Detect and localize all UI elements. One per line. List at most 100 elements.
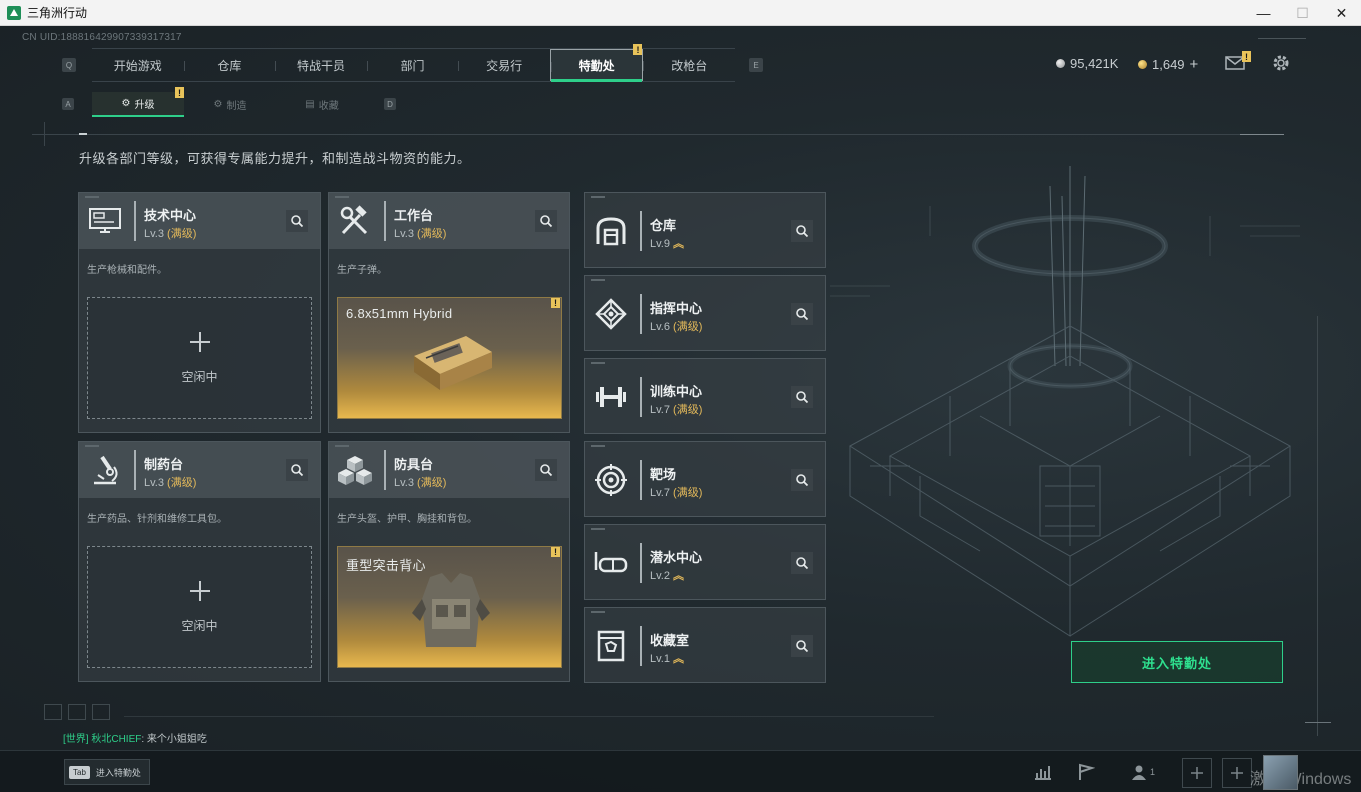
- frame-marker: [1305, 722, 1331, 723]
- gold-currency[interactable]: 1,649 +: [1138, 56, 1198, 73]
- tab-special-ops-label: 特勤处: [578, 59, 615, 73]
- app-logo-icon: [7, 5, 21, 20]
- dumbbell-icon: [593, 379, 629, 415]
- facility-card-collection-room[interactable]: 收藏室 Lv.1 ︽: [584, 607, 826, 683]
- facility-card-shooting-range[interactable]: 靶场 Lv.7 (满级): [584, 441, 826, 517]
- flag-icon[interactable]: [1075, 761, 1097, 783]
- prev-subtab-key-hint[interactable]: A: [62, 98, 74, 110]
- idle-label: 空闲中: [181, 370, 218, 384]
- command-center-icon: [593, 296, 629, 332]
- facility-level: Lv.9 ︽: [650, 238, 684, 250]
- facility-card-training-center[interactable]: 训练中心 Lv.7 (满级): [584, 358, 826, 434]
- facility-name: 收藏室: [650, 633, 690, 648]
- facility-card-command-center[interactable]: 指挥中心 Lv.6 (满级): [584, 275, 826, 351]
- facility-name: 仓库: [650, 218, 677, 233]
- restore-button[interactable]: ☐: [1283, 0, 1322, 26]
- chat-separator: :: [141, 734, 145, 745]
- enter-special-ops-button[interactable]: 进入特勤处: [1071, 641, 1283, 683]
- player-uid: CN UID:188816429907339317317: [22, 32, 182, 43]
- next-subtab-key-hint[interactable]: D: [384, 98, 396, 110]
- station-description: 生产枪械和配件。: [87, 265, 167, 276]
- decorative-squares: [44, 704, 110, 720]
- player-avatar[interactable]: [1263, 755, 1298, 790]
- search-icon[interactable]: [791, 220, 813, 242]
- search-icon[interactable]: [791, 552, 813, 574]
- ammo-box-icon: [414, 336, 492, 390]
- collection-icon: [593, 628, 629, 664]
- chat-message: 来个小姐姐吃: [146, 734, 207, 745]
- tab-trading[interactable]: 交易行: [458, 49, 550, 81]
- subtab-manufacture[interactable]: ⚙ 制造: [184, 92, 276, 117]
- search-icon[interactable]: [791, 386, 813, 408]
- tab-warehouse[interactable]: 仓库: [183, 49, 276, 81]
- product-ready-badge: !: [551, 298, 560, 308]
- station-card-workbench[interactable]: 工作台 Lv.3 (满级) 生产子弹。 6.8x51mm Hybrid !: [328, 192, 570, 433]
- computer-monitor-icon: [87, 203, 123, 239]
- station-card-tech-center[interactable]: 技术中心 Lv.3 (满级) 生产枪械和配件。 空闲中: [78, 192, 321, 433]
- target-icon: [593, 462, 629, 498]
- prev-tab-key-hint[interactable]: Q: [62, 58, 76, 72]
- production-slot[interactable]: 重型突击背心 !: [337, 546, 562, 668]
- frame-corner: [44, 122, 45, 146]
- subtab-collection[interactable]: ▤ 收藏: [276, 92, 368, 117]
- special-ops-base-illustration: [830, 166, 1300, 637]
- chat-channel: [世界]: [63, 734, 89, 745]
- world-chat[interactable]: [世界] 秋北CHIEF: 来个小姐姐吃: [63, 730, 207, 745]
- station-card-pharmacy[interactable]: 制药台 Lv.3 (满级) 生产药品、针剂和维修工具包。 空闲中: [78, 441, 321, 682]
- upgrade-gear-icon: ⚙: [121, 98, 131, 109]
- tab-special-ops[interactable]: 特勤处 !: [549, 44, 644, 82]
- subtab-manufacture-label: 制造: [226, 101, 247, 112]
- sub-tabs: ⚙ 升级 ! ⚙ 制造 ▤ 收藏: [92, 87, 368, 117]
- idle-production-slot[interactable]: 空闲中: [87, 297, 312, 419]
- enter-special-ops-shortcut[interactable]: Tab 进入特勤处: [64, 759, 150, 785]
- station-card-armor-bench[interactable]: 防具台 Lv.3 (满级) 生产头盔、护甲、胸挂和背包。 重型突击背心 !: [328, 441, 570, 682]
- search-icon[interactable]: [286, 210, 308, 232]
- search-icon[interactable]: [535, 210, 557, 232]
- manufacture-icon: ⚙: [213, 99, 223, 110]
- subtab-upgrade[interactable]: ⚙ 升级 !: [92, 87, 184, 117]
- station-name: 制药台: [144, 457, 184, 472]
- search-icon[interactable]: [791, 469, 813, 491]
- facility-card-warehouse[interactable]: 仓库 Lv.9 ︽: [584, 192, 826, 268]
- stats-chart-icon[interactable]: [1032, 761, 1054, 783]
- settings-gear-icon[interactable]: [1271, 53, 1291, 73]
- game-viewport: CN UID:188816429907339317317 Q 开始游戏 仓库 特…: [0, 26, 1361, 792]
- search-icon[interactable]: [791, 303, 813, 325]
- station-level: Lv.3 (满级): [394, 477, 447, 489]
- add-squad-slot-button[interactable]: [1222, 758, 1252, 788]
- minimize-button[interactable]: —: [1244, 0, 1283, 26]
- station-description: 生产头盔、护甲、胸挂和背包。: [337, 514, 477, 525]
- bottom-bar: Tab 进入特勤处 1 激活 Windows: [0, 750, 1361, 792]
- gold-coin-icon: [1138, 60, 1147, 69]
- facility-name: 靶场: [650, 467, 677, 482]
- friends-count: 1: [1149, 767, 1155, 777]
- tab-start-game[interactable]: 开始游戏: [92, 49, 184, 81]
- collection-tab-icon: ▤: [305, 99, 315, 110]
- next-tab-key-hint[interactable]: E: [749, 58, 763, 72]
- idle-production-slot[interactable]: 空闲中: [87, 546, 312, 668]
- diving-mask-icon: [593, 545, 629, 581]
- facility-name: 训练中心: [650, 384, 703, 399]
- close-button[interactable]: ✕: [1322, 0, 1361, 26]
- search-icon[interactable]: [286, 459, 308, 481]
- production-slot[interactable]: 6.8x51mm Hybrid !: [337, 297, 562, 419]
- page-description: 升级各部门等级，可获得专属能力提升，和制造战斗物资的能力。: [79, 151, 471, 166]
- facility-card-diving-center[interactable]: 潜水中心 Lv.2 ︽: [584, 524, 826, 600]
- chat-user[interactable]: 秋北CHIEF: [91, 734, 141, 745]
- tab-gunsmith[interactable]: 改枪台: [643, 49, 735, 81]
- facility-level: Lv.7 (满级): [650, 487, 703, 499]
- armor-vest-icon: [412, 573, 490, 647]
- station-name: 防具台: [394, 457, 434, 472]
- tab-operators[interactable]: 特战干员: [275, 49, 367, 81]
- station-name: 技术中心: [144, 208, 197, 223]
- friends-icon[interactable]: 1: [1126, 761, 1160, 783]
- mail-icon[interactable]: !: [1225, 51, 1251, 71]
- microscope-icon: [87, 452, 123, 488]
- product-name: 6.8x51mm Hybrid: [346, 306, 453, 321]
- idle-label: 空闲中: [181, 619, 218, 633]
- add-currency-button[interactable]: +: [1190, 56, 1199, 73]
- search-icon[interactable]: [791, 635, 813, 657]
- search-icon[interactable]: [535, 459, 557, 481]
- add-squad-slot-button[interactable]: [1182, 758, 1212, 788]
- tab-department[interactable]: 部门: [366, 49, 459, 81]
